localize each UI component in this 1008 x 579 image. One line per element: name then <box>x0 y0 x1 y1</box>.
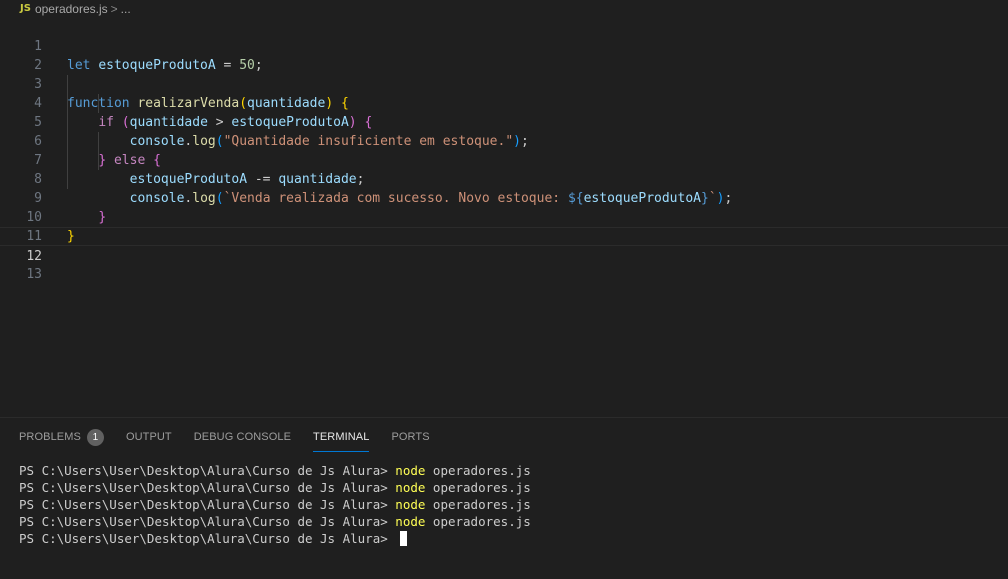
terminal-command: node <box>395 497 426 512</box>
tab-debug-console[interactable]: DEBUG CONSOLE <box>194 426 291 448</box>
breadcrumb-file[interactable]: operadores.js <box>35 2 108 16</box>
code-line[interactable]: 5 console.log("Quantidade insuficiente e… <box>0 94 1008 149</box>
code-line[interactable]: 4 if (quantidade > estoqueProdutoA) { <box>0 75 1008 130</box>
code-line[interactable]: 11 <box>0 208 1008 244</box>
terminal-input-line[interactable]: PS C:\Users\User\Desktop\Alura\Curso de … <box>19 530 531 547</box>
breadcrumb: JS operadores.js > ... <box>0 0 1008 17</box>
terminal-prompt: PS C:\Users\User\Desktop\Alura\Curso de … <box>19 531 396 546</box>
chevron-right-icon: > <box>110 1 118 16</box>
tab-output[interactable]: OUTPUT <box>126 426 172 448</box>
terminal-prompt: PS C:\Users\User\Desktop\Alura\Curso de … <box>19 463 396 478</box>
bottom-panel: PROBLEMS 1 OUTPUT DEBUG CONSOLE TERMINAL … <box>0 417 1008 579</box>
code-line[interactable]: 13 <box>0 246 1008 282</box>
code-line[interactable]: 8 console.log(`Venda realizada com suces… <box>0 151 1008 206</box>
terminal-output[interactable]: PS C:\Users\User\Desktop\Alura\Curso de … <box>19 462 531 547</box>
problems-count-badge: 1 <box>86 428 104 446</box>
terminal-command: node <box>395 480 426 495</box>
terminal-prompt: PS C:\Users\User\Desktop\Alura\Curso de … <box>19 480 396 495</box>
code-line[interactable]: 1 let estoqueProdutoA = 50; <box>0 18 1008 73</box>
terminal-line: PS C:\Users\User\Desktop\Alura\Curso de … <box>19 496 531 513</box>
breadcrumb-more[interactable]: ... <box>121 2 131 16</box>
terminal-argument: operadores.js <box>425 514 531 529</box>
panel-tabs: PROBLEMS 1 OUTPUT DEBUG CONSOLE TERMINAL … <box>19 426 452 452</box>
code-line[interactable]: 6 } else { <box>0 113 1008 168</box>
code-line[interactable]: 7 estoqueProdutoA -= quantidade; <box>0 132 1008 187</box>
code-line[interactable]: 9 } <box>0 170 1008 225</box>
terminal-prompt: PS C:\Users\User\Desktop\Alura\Curso de … <box>19 497 396 512</box>
code-line[interactable]: 2 <box>0 37 1008 73</box>
terminal-command: node <box>395 463 426 478</box>
terminal-command: node <box>395 514 426 529</box>
javascript-file-icon: JS <box>20 3 31 14</box>
terminal-argument: operadores.js <box>425 463 531 478</box>
line-number: 13 <box>26 267 42 282</box>
terminal-line: PS C:\Users\User\Desktop\Alura\Curso de … <box>19 513 531 530</box>
terminal-argument: operadores.js <box>425 497 531 512</box>
terminal-prompt: PS C:\Users\User\Desktop\Alura\Curso de … <box>19 514 396 529</box>
code-line[interactable]: 3 function realizarVenda(quantidade) { <box>0 56 1008 111</box>
terminal-cursor <box>400 531 408 546</box>
terminal-line: PS C:\Users\User\Desktop\Alura\Curso de … <box>19 462 531 479</box>
terminal-line: PS C:\Users\User\Desktop\Alura\Curso de … <box>19 479 531 496</box>
code-editor[interactable]: 1 let estoqueProdutoA = 50; 2 3 function… <box>0 18 1008 416</box>
tab-terminal[interactable]: TERMINAL <box>313 426 370 452</box>
code-line-current[interactable]: 12 <box>0 227 1008 264</box>
terminal-argument: operadores.js <box>425 480 531 495</box>
tab-problems[interactable]: PROBLEMS 1 <box>19 426 104 448</box>
code-line[interactable]: 10 } <box>0 189 1008 244</box>
tab-problems-label: PROBLEMS <box>19 431 81 443</box>
tab-ports[interactable]: PORTS <box>391 426 429 448</box>
